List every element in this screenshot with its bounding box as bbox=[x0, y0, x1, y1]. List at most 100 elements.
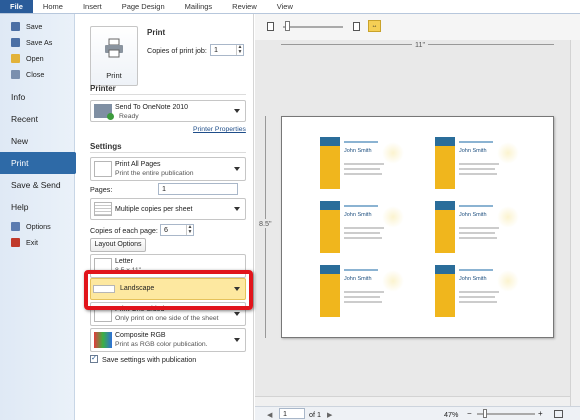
divider bbox=[90, 152, 246, 153]
tab-home[interactable]: Home bbox=[33, 0, 73, 13]
ribbon-tabs: File Home Insert Page Design Mailings Re… bbox=[0, 0, 580, 14]
exit-icon bbox=[11, 237, 20, 247]
save-as-icon bbox=[11, 37, 20, 47]
nav-close-label: Close bbox=[26, 69, 45, 79]
copies-label: Copies of print job: bbox=[147, 46, 207, 55]
preview-page: John Smith John Smith John Smith John Sm… bbox=[281, 116, 554, 338]
business-card: John Smith bbox=[320, 265, 412, 317]
card-name: John Smith bbox=[459, 212, 487, 218]
chevron-down-icon bbox=[234, 312, 240, 316]
horizontal-scrollbar[interactable] bbox=[255, 396, 570, 406]
nav-exit[interactable]: Exit bbox=[0, 234, 74, 250]
pages-label: Pages: bbox=[90, 185, 113, 194]
copies-each-input[interactable]: 6 ▲ ▼ bbox=[160, 224, 194, 236]
vertical-scrollbar[interactable] bbox=[570, 40, 580, 406]
nav-exit-label: Exit bbox=[26, 237, 38, 247]
nav-recent[interactable]: Recent bbox=[0, 108, 74, 130]
previous-page-icon[interactable]: ◀ bbox=[267, 410, 273, 419]
layout-options-button[interactable]: Layout Options bbox=[90, 238, 146, 252]
save-settings-checkbox[interactable]: ✓ bbox=[90, 355, 98, 363]
chevron-down-icon bbox=[234, 167, 240, 171]
print-settings-pane: Print Print Copies of print job: 1 ▲ ▼ Pri… bbox=[76, 14, 254, 420]
zoom-level: 47% bbox=[444, 410, 459, 419]
single-page-icon[interactable] bbox=[267, 22, 274, 31]
nav-info[interactable]: Info bbox=[0, 86, 74, 108]
print-heading: Print bbox=[147, 28, 166, 37]
card-name: John Smith bbox=[344, 276, 372, 282]
nav-new[interactable]: New bbox=[0, 130, 74, 152]
chevron-down-icon bbox=[234, 207, 240, 211]
nav-save[interactable]: Save bbox=[0, 18, 74, 34]
page-slider-track bbox=[283, 26, 343, 28]
fit-page-icon[interactable] bbox=[554, 410, 563, 418]
color-subtitle: Print as RGB color publication. bbox=[115, 341, 208, 348]
printer-heading: Printer bbox=[90, 84, 116, 93]
tab-insert[interactable]: Insert bbox=[73, 0, 112, 13]
page-current: 1 bbox=[283, 409, 287, 418]
copies-input[interactable]: 1 ▲ ▼ bbox=[210, 44, 244, 56]
chevron-down-icon bbox=[234, 338, 240, 342]
color-dropdown[interactable]: Composite RGB Print as RGB color publica… bbox=[90, 328, 246, 352]
nav-help[interactable]: Help bbox=[0, 196, 74, 218]
tab-review[interactable]: Review bbox=[222, 0, 267, 13]
open-folder-icon bbox=[11, 53, 20, 63]
business-card: John Smith bbox=[435, 265, 527, 317]
zoom-in-icon[interactable]: + bbox=[538, 409, 543, 418]
print-button[interactable]: Print bbox=[90, 26, 138, 86]
preview-toolbar: ↔ bbox=[255, 14, 580, 40]
business-card: John Smith bbox=[320, 137, 412, 189]
ruler-width-label: 11" bbox=[412, 40, 429, 49]
copies-each-spinner-icon[interactable]: ▲ ▼ bbox=[186, 225, 193, 235]
pages-dropdown-subtitle: Print the entire publication bbox=[115, 170, 194, 177]
printer-status: Ready bbox=[119, 113, 139, 120]
ready-check-icon bbox=[107, 113, 114, 120]
nav-options-label: Options bbox=[26, 221, 51, 231]
print-button-label: Print bbox=[106, 71, 122, 80]
color-title: Composite RGB bbox=[115, 332, 166, 339]
nav-save-as-label: Save As bbox=[26, 37, 53, 47]
layout-dropdown-title: Multiple copies per sheet bbox=[115, 206, 193, 213]
printer-properties-link[interactable]: Printer Properties bbox=[193, 126, 246, 133]
tab-page-design[interactable]: Page Design bbox=[112, 0, 175, 13]
pages-dropdown-title: Print All Pages bbox=[115, 161, 161, 168]
pages-input[interactable]: 1 bbox=[158, 183, 238, 195]
next-page-icon[interactable]: ▶ bbox=[327, 410, 333, 419]
zoom-slider-thumb[interactable] bbox=[483, 409, 487, 418]
copies-each-label: Copies of each page: bbox=[90, 226, 158, 235]
pages-icon bbox=[94, 161, 112, 177]
backstage-nav: Save Save As Open Close Info Recent New … bbox=[0, 14, 85, 420]
pages-value: 1 bbox=[162, 184, 166, 193]
page-number-input[interactable]: 1 bbox=[279, 408, 305, 419]
card-name: John Smith bbox=[344, 212, 372, 218]
tab-file[interactable]: File bbox=[0, 0, 33, 13]
business-card: John Smith bbox=[435, 201, 527, 253]
layout-dropdown[interactable]: Multiple copies per sheet bbox=[90, 198, 246, 220]
nav-print[interactable]: Print bbox=[0, 152, 85, 174]
printer-dropdown[interactable]: Send To OneNote 2010 Ready bbox=[90, 100, 246, 122]
preview-status-bar: ◀ 1 of 1 ▶ 47% − + bbox=[255, 406, 580, 420]
multiple-pages-icon[interactable] bbox=[353, 22, 360, 31]
nav-close[interactable]: Close bbox=[0, 66, 74, 82]
ruler-height-label: 8.5" bbox=[259, 219, 272, 228]
save-icon bbox=[11, 21, 20, 31]
copies-spinner-icon[interactable]: ▲ ▼ bbox=[236, 45, 243, 55]
nav-save-send[interactable]: Save & Send bbox=[0, 174, 74, 196]
nav-open[interactable]: Open bbox=[0, 50, 74, 66]
tab-mailings[interactable]: Mailings bbox=[175, 0, 223, 13]
landscape-highlight-box bbox=[84, 270, 253, 310]
save-settings-label: Save settings with publication bbox=[102, 355, 197, 364]
card-name: John Smith bbox=[459, 276, 487, 282]
card-name: John Smith bbox=[344, 148, 372, 154]
paper-size-title: Letter bbox=[115, 258, 133, 265]
zoom-out-icon[interactable]: − bbox=[467, 409, 472, 418]
nav-save-as[interactable]: Save As bbox=[0, 34, 74, 50]
card-name: John Smith bbox=[459, 148, 487, 154]
page-slider-thumb[interactable] bbox=[285, 21, 290, 31]
pages-dropdown[interactable]: Print All Pages Print the entire publica… bbox=[90, 157, 246, 181]
ruler-toggle-icon[interactable]: ↔ bbox=[368, 20, 381, 32]
rgb-color-icon bbox=[94, 332, 112, 348]
multiple-copies-icon bbox=[94, 202, 112, 216]
nav-options[interactable]: Options bbox=[0, 218, 74, 234]
printer-icon bbox=[105, 38, 123, 58]
tab-view[interactable]: View bbox=[267, 0, 303, 13]
